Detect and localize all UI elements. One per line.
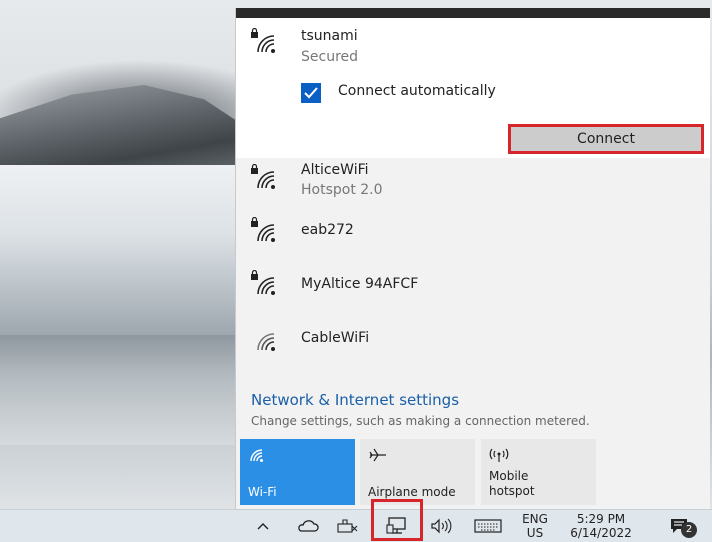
flyout-top-edge [236,8,710,18]
hotspot-icon [489,448,509,462]
onedrive-cloud-icon[interactable] [293,510,323,542]
wifi-icon [257,333,275,351]
mobile-hotspot-label: Mobile hotspot [489,469,535,498]
clock-time: 5:29 PM [576,512,626,526]
network-list-item[interactable]: AlticeWiFi Hotspot 2.0 [236,158,710,208]
wifi-icon [250,449,263,462]
network-subtitle: Hotspot 2.0 [301,182,383,198]
selected-network[interactable]: tsunami Secured Connect automatically Co… [236,18,710,158]
network-settings-link[interactable]: Network & Internet settings [251,391,459,409]
wifi-toggle-tile[interactable]: Wi-Fi [240,439,355,505]
secured-wifi-icon [251,270,275,295]
network-name: tsunami [301,28,358,44]
airplane-mode-tile[interactable]: Airplane mode [360,439,475,505]
hardware-eject-icon[interactable] [333,510,363,542]
mobile-hotspot-tile[interactable]: Mobile hotspot [481,439,596,505]
wallpaper-snow [0,165,240,335]
network-name: MyAltice 94AFCF [301,276,419,292]
volume-icon[interactable] [425,510,457,542]
input-language-indicator[interactable]: ENG US [516,512,554,540]
connect-automatically-label: Connect automatically [338,83,496,99]
connect-button[interactable]: Connect [508,124,704,154]
notification-count-badge: 2 [681,522,697,538]
language-region: US [526,526,544,540]
secured-wifi-icon [251,28,275,53]
touch-keyboard-icon[interactable] [470,510,506,542]
checkmark-icon [304,87,318,99]
show-hidden-icons-chevron-icon[interactable] [250,510,276,542]
network-list-item[interactable]: MyAltice 94AFCF [236,266,710,316]
network-list-item[interactable]: CableWiFi [236,320,710,370]
wallpaper-lake [0,335,240,445]
network-tray-highlight [371,499,423,541]
taskbar: ENG US 5:29 PM 6/14/2022 [0,509,712,542]
network-name: CableWiFi [301,330,370,346]
network-list-item[interactable]: eab272 [236,213,710,263]
network-name: AlticeWiFi [301,162,369,178]
airplane-icon [369,448,386,462]
secured-wifi-icon [251,217,275,242]
network-status: Secured [301,49,359,65]
network-flyout: tsunami Secured Connect automatically Co… [235,8,710,509]
network-name: eab272 [301,222,354,238]
secured-wifi-icon [251,164,275,189]
network-settings-description: Change settings, such as making a connec… [251,414,590,428]
clock[interactable]: 5:29 PM 6/14/2022 [565,512,637,540]
clock-date: 6/14/2022 [570,526,632,540]
language-code: ENG [522,512,548,526]
wifi-tile-label: Wi-Fi [248,485,277,499]
airplane-mode-label: Airplane mode [368,485,456,499]
connect-automatically-checkbox[interactable] [301,83,321,103]
